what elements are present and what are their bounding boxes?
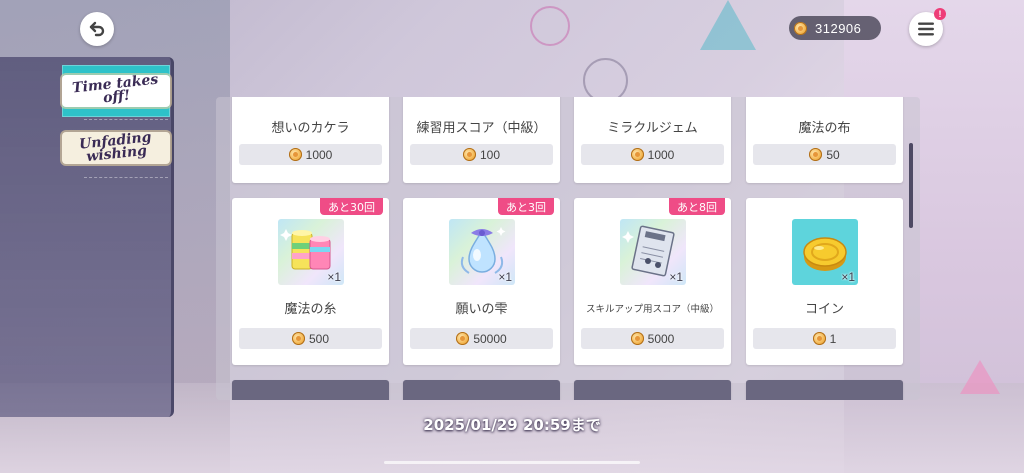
deadline-text: 2025/01/29 20:59まで [423,416,601,434]
remaining-count-badge: あと30回 [320,198,383,215]
sidebar-item-label: Time takes off! [71,71,160,107]
coin-icon [288,148,302,161]
decoration-triangle [960,360,1000,394]
shop-item-card[interactable]: 魔法の布 50 [746,97,903,183]
shop-item-card[interactable]: ミラクルジェム 1000 [574,97,731,183]
event-sidebar: Time takes off! Unfading wishing [0,57,174,417]
price-pill: 1 [753,328,896,349]
price-pill: 5000 [581,328,724,349]
remaining-count-badge: あと8回 [669,198,725,215]
scrollbar[interactable] [909,143,913,228]
sidebar-item-label: Unfading wishing [78,129,153,166]
shop-item-card[interactable]: 想いのカケラ 1000 [232,97,389,183]
event-logo: Unfading wishing [62,129,170,166]
price-pill: 100 [410,144,553,165]
remaining-count-badge: あと3回 [498,198,554,215]
item-thumbnail: ×1 [792,219,858,285]
item-price: 50000 [473,331,507,346]
divider [84,119,168,120]
item-quantity: ×1 [841,270,855,284]
sidebar-item-unfading-wishing[interactable]: Unfading wishing [62,122,170,174]
item-name: 魔法の糸 [284,302,337,317]
item-name: 練習用スコア（中級） [416,121,547,136]
item-price: 1000 [647,147,675,162]
item-name: ミラクルジェム [607,121,698,136]
shop-item-card[interactable]: あと3回 ×1 願いの雫 50000 [403,198,560,365]
item-thumbnail: ×1 [449,219,515,285]
coin-icon [462,148,476,161]
coin-icon [630,148,644,161]
item-thumbnail: ×1 [278,219,344,285]
item-name: 願いの雫 [455,302,508,317]
item-price: 500 [308,331,330,346]
coin-icon [812,332,826,345]
menu-button[interactable]: ! [909,8,946,46]
item-price: 1 [829,331,837,346]
shop-item-card[interactable] [574,380,731,400]
divider [84,177,168,178]
currency-amount: 312906 [815,20,862,36]
item-price: 5000 [647,331,675,346]
shop-item-card[interactable]: あと30回 ×1 魔法の糸 500 [232,198,389,365]
item-price: 50 [826,147,840,162]
item-name: 想いのカケラ [271,121,350,136]
coin-icon [456,332,470,345]
home-indicator [384,461,640,464]
hamburger-icon [918,22,934,36]
back-arrow-icon [89,21,105,37]
item-quantity: ×1 [327,270,341,284]
item-price: 100 [479,147,501,162]
shop-item-card[interactable] [746,380,903,400]
shop-item-card[interactable]: ×1 コイン 1 [746,198,903,365]
coin-icon [630,332,644,345]
decoration-ring [530,6,570,46]
event-logo: Time takes off! [62,71,170,107]
currency-display: 312906 [789,16,881,40]
item-thumbnail: ×1 [620,219,686,285]
decoration-triangle [700,0,756,50]
price-pill: 50000 [410,328,553,349]
sidebar-item-time-takes-off[interactable]: Time takes off! [62,65,170,117]
item-name: 魔法の布 [798,121,851,136]
shop-item-card[interactable] [403,380,560,400]
coin-icon [809,148,823,161]
shop-panel[interactable]: 想いのカケラ 1000 練習用スコア（中級） 100 ミラクルジェム 1000 … [216,97,920,400]
item-name: スキルアップ用スコア（中級） [585,304,719,315]
item-price: 1000 [305,147,333,162]
price-pill: 1000 [239,144,382,165]
price-pill: 50 [753,144,896,165]
notification-badge: ! [934,8,946,20]
coin-icon [794,21,807,35]
shop-item-card[interactable]: 練習用スコア（中級） 100 [403,97,560,183]
item-name: コイン [804,302,844,317]
item-quantity: ×1 [669,270,683,284]
back-button[interactable] [80,12,114,46]
item-quantity: ×1 [498,270,512,284]
price-pill: 1000 [581,144,724,165]
shop-item-card[interactable] [232,380,389,400]
shop-item-card[interactable]: あと8回 ×1 スキルアップ用スコア（中級） 5000 [574,198,731,365]
price-pill: 500 [239,328,382,349]
coin-icon [291,332,305,345]
